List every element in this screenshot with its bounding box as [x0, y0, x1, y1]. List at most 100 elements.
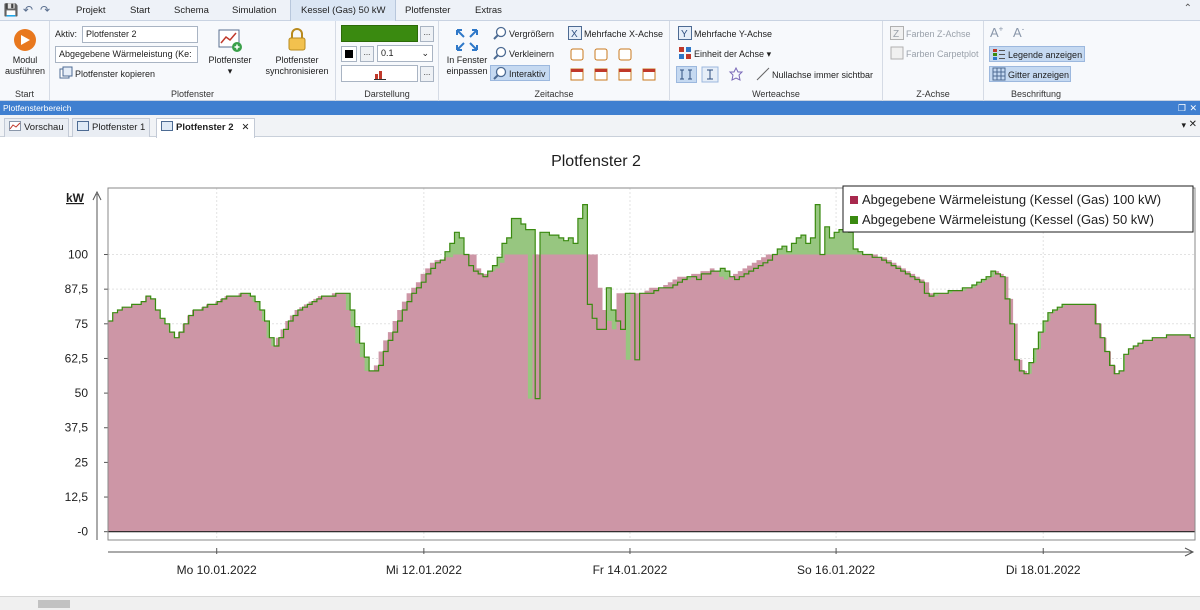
zoom-out-icon — [493, 46, 507, 60]
grid-toggle[interactable]: Gitter anzeigen — [989, 66, 1071, 82]
calendar-icons[interactable] — [569, 47, 665, 83]
chevron-down-icon: ▾ — [766, 49, 772, 59]
line-style-more-button[interactable]: ... — [360, 46, 374, 62]
collapse-ribbon-icon[interactable]: ⌃ — [1184, 3, 1192, 14]
chart-title: Plotfenster 2 — [551, 153, 641, 170]
tab-list-icon[interactable]: ▾ — [1181, 120, 1186, 131]
tab-vorschau-label: Vorschau — [24, 122, 64, 133]
axis-unit-label: Einheit der Achse — [694, 49, 765, 59]
chart[interactable]: Plotfenster 2 kW -0 12,5 25 37,5 50 62,5 75 87,… — [0, 138, 1200, 596]
line-color-swatch[interactable] — [341, 25, 418, 42]
y-axis-unit: kW — [66, 191, 85, 205]
zero-axis-toggle[interactable]: Nullachse immer sichtbar — [754, 67, 873, 83]
colors-carpet-label: Farben Carpetplot — [906, 49, 979, 59]
active-plot-field[interactable]: Plotfenster 2 — [82, 26, 198, 43]
zoom-in-button[interactable]: Vergrößern — [491, 26, 554, 42]
chevron-down-icon: ▾ — [227, 66, 233, 76]
zoom-out-button[interactable]: Verkleinern — [491, 46, 554, 62]
axis-unit-icon — [678, 46, 692, 60]
plotfenster-icon — [218, 29, 242, 52]
line-style-button[interactable] — [341, 46, 357, 62]
calendar-buttons — [569, 47, 665, 83]
axis-buttons — [676, 66, 756, 84]
group-label-darstellung: Darstellung — [364, 89, 410, 99]
horizontal-scrollbar[interactable] — [0, 596, 1200, 610]
undo-icon[interactable]: ↶ — [20, 2, 36, 18]
tab-plotfenster-1-label: Plotfenster 1 — [92, 122, 146, 133]
legend: Abgegebene Wärmeleistung (Kessel (Gas) 1… — [842, 185, 1194, 233]
font-shrink-icon[interactable]: A- — [1013, 25, 1024, 40]
y-tick-label: 12,5 — [65, 490, 89, 504]
legend-swatch — [850, 216, 858, 224]
group-label-zachse: Z-Achse — [916, 89, 950, 99]
interactive-toggle[interactable]: Interaktiv — [490, 65, 550, 81]
chart-type-button[interactable] — [341, 65, 418, 82]
tab-plotfenster[interactable]: Plotfenster — [395, 0, 460, 21]
plotfenster-menu-label: Plotfenster — [208, 55, 252, 65]
group-werteachse: Y Mehrfache Y-Achse Einheit der Achse ▾ N… — [670, 21, 883, 101]
carpet-icon — [890, 46, 904, 60]
close-tab-icon[interactable]: ✕ — [242, 122, 250, 133]
lock-icon — [288, 28, 306, 51]
interactive-label: Interaktiv — [509, 69, 546, 79]
tab-extras[interactable]: Extras — [465, 0, 512, 21]
copy-plot-icon — [59, 66, 73, 80]
chart-type-icon — [373, 71, 386, 80]
line-width-select[interactable]: 0.1 ⌄ — [377, 45, 433, 62]
close-icon[interactable]: ✕ — [1189, 119, 1197, 130]
colors-z-axis-button[interactable]: Z Farben Z-Achse — [888, 26, 971, 42]
scrollbar-thumb[interactable] — [38, 600, 70, 608]
group-zachse: Z Farben Z-Achse Farben Carpetplot Z-Achs… — [883, 21, 984, 101]
magnifier-icon — [493, 66, 507, 80]
zero-axis-label: Nullachse immer sichtbar — [772, 70, 874, 80]
tab-start[interactable]: Start — [120, 0, 160, 21]
sync-plot-button[interactable]: Plotfenster synchronisieren — [262, 27, 332, 77]
y-tick-label: 75 — [75, 317, 89, 331]
panel-header: Plotfensterbereich ❐ ✕ — [0, 101, 1200, 115]
multi-x-axis-button[interactable]: X Mehrfache X-Achse — [566, 26, 663, 42]
x-tick-label: Mi 12.01.2022 — [386, 563, 462, 577]
copy-plot-button[interactable]: Plotfenster kopieren — [57, 66, 155, 82]
legend-label: Abgegebene Wärmeleistung (Kessel (Gas) 5… — [862, 212, 1154, 227]
series-select[interactable]: Abgegebene Wärmeleistung (Ke: — [55, 46, 198, 63]
font-size-buttons: A+ A- — [990, 25, 1024, 40]
group-label-beschriftung: Beschriftung — [1010, 89, 1062, 99]
x-tick-label: Mo 10.01.2022 — [177, 563, 257, 577]
axis-tool-icons[interactable] — [676, 66, 756, 84]
tab-vorschau[interactable]: Vorschau — [4, 118, 69, 137]
axis-unit-button[interactable]: Einheit der Achse ▾ — [676, 46, 771, 62]
plot-window-icon — [77, 120, 89, 131]
colors-carpet-button[interactable]: Farben Carpetplot — [888, 46, 979, 62]
run-module-icon — [14, 29, 36, 51]
redo-icon[interactable]: ↷ — [37, 2, 53, 18]
fit-to-window-button[interactable]: In Fenster einpassen — [443, 27, 491, 77]
group-label-zeitachse: Zeitachse — [534, 89, 574, 99]
color-more-button[interactable]: ... — [420, 26, 434, 42]
y-tick-label: 37,5 — [65, 421, 89, 435]
run-module-button[interactable]: Modul ausführen — [4, 27, 46, 77]
legend-swatch — [850, 196, 858, 204]
line-width-value: 0.1 — [381, 48, 394, 58]
legend-label: Legende anzeigen — [1008, 50, 1083, 60]
restore-icon[interactable]: ❐ — [1178, 101, 1186, 115]
tab-projekt[interactable]: Projekt — [66, 0, 116, 21]
group-zeitachse: In Fenster einpassen Vergrößern Verklein… — [439, 21, 670, 101]
tab-simulation[interactable]: Simulation — [222, 0, 286, 21]
tab-plotfenster-2[interactable]: Plotfenster 2 ✕ — [156, 118, 255, 138]
group-label-start: Start — [14, 89, 34, 99]
save-icon[interactable]: 💾 — [3, 2, 19, 18]
legend-label: Abgegebene Wärmeleistung (Kessel (Gas) 1… — [862, 192, 1161, 207]
tab-schema[interactable]: Schema — [164, 0, 219, 21]
chart-type-more-button[interactable]: ... — [420, 66, 434, 82]
tab-plotfenster-1[interactable]: Plotfenster 1 — [72, 118, 151, 137]
tab-kessel[interactable]: Kessel (Gas) 50 kW — [290, 0, 397, 21]
font-grow-icon[interactable]: A+ — [990, 25, 1003, 40]
grid-label: Gitter anzeigen — [1008, 70, 1070, 80]
plot-area[interactable]: Plotfenster 2 kW -0 12,5 25 37,5 50 62,5 75 87,… — [0, 138, 1200, 596]
multi-y-axis-button[interactable]: Y Mehrfache Y-Achse — [676, 26, 772, 42]
plotfenster-menu-button[interactable]: Plotfenster ▾ — [202, 27, 258, 77]
x-axis-icon: X — [568, 26, 582, 40]
panel-title: Plotfensterbereich — [3, 103, 72, 113]
close-icon[interactable]: ✕ — [1189, 101, 1197, 115]
legend-toggle[interactable]: Legende anzeigen — [989, 46, 1085, 62]
